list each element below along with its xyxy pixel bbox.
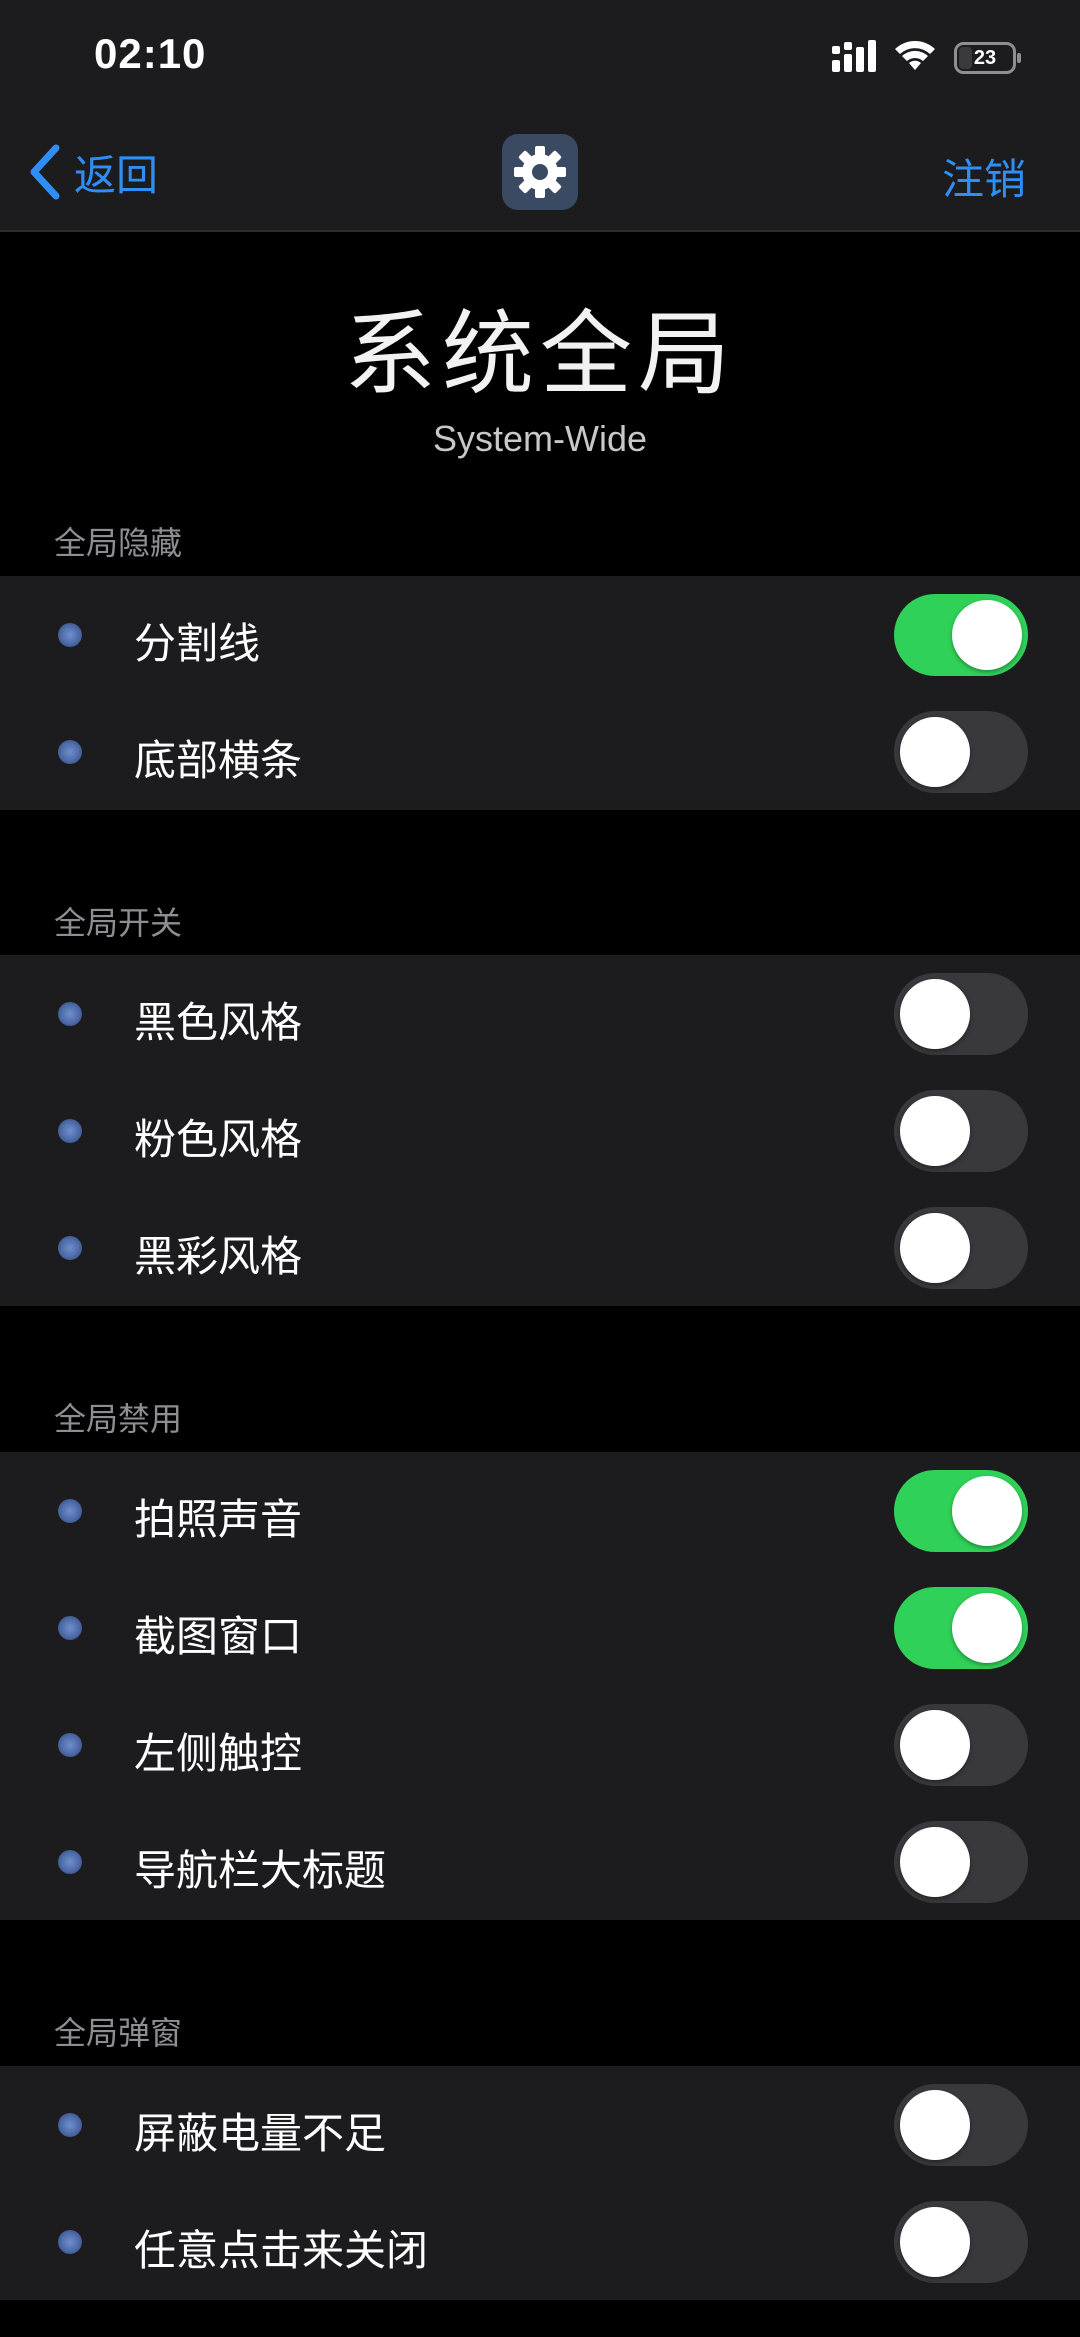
toggle-switch[interactable] xyxy=(894,973,1028,1055)
toggle-switch[interactable] xyxy=(894,1587,1028,1669)
toggle-switch[interactable] xyxy=(894,711,1028,793)
list-item: 拍照声音 xyxy=(0,1452,1080,1569)
toggle-knob xyxy=(900,2207,970,2277)
toggle-knob xyxy=(952,1476,1022,1546)
page-subtitle: System-Wide xyxy=(432,418,648,459)
section-group-switch: 黑色风格 粉色风格 黑彩风格 xyxy=(0,955,1080,1306)
toggle-knob xyxy=(900,1710,970,1780)
section-group-hide: 分割线 底部横条 xyxy=(0,576,1080,810)
toggle-switch[interactable] xyxy=(894,594,1028,676)
back-label: 返回 xyxy=(74,150,159,200)
chevron-left-icon xyxy=(30,144,60,200)
bullet-dot-icon xyxy=(58,740,82,764)
cellular-signal-icon xyxy=(832,40,876,72)
bullet-dot-icon xyxy=(58,623,82,647)
row-label: 拍照声音 xyxy=(134,1495,303,1544)
row-label: 黑彩风格 xyxy=(134,1232,303,1281)
row-label: 截图窗口 xyxy=(134,1612,303,1661)
gear-icon xyxy=(514,146,566,198)
list-item: 导航栏大标题 xyxy=(0,1803,1080,1920)
toggle-switch[interactable] xyxy=(894,1090,1028,1172)
row-label: 粉色风格 xyxy=(134,1115,303,1164)
row-label: 导航栏大标题 xyxy=(134,1846,387,1895)
toggle-switch[interactable] xyxy=(894,2201,1028,2283)
toggle-knob xyxy=(952,600,1022,670)
list-item: 分割线 xyxy=(0,576,1080,693)
status-time: 02:10 xyxy=(94,30,207,77)
wifi-icon xyxy=(895,41,935,70)
list-item: 左侧触控 xyxy=(0,1686,1080,1803)
list-item: 截图窗口 xyxy=(0,1569,1080,1686)
row-label: 底部横条 xyxy=(134,736,303,785)
section-header-popup: 全局弹窗 xyxy=(54,2014,183,2052)
toggle-switch[interactable] xyxy=(894,2084,1028,2166)
section-group-popup: 屏蔽电量不足 任意点击来关闭 xyxy=(0,2066,1080,2300)
settings-app-icon xyxy=(502,134,578,210)
bullet-dot-icon xyxy=(58,1733,82,1757)
toggle-switch[interactable] xyxy=(894,1821,1028,1903)
bullet-dot-icon xyxy=(58,1002,82,1026)
section-header-switch: 全局开关 xyxy=(54,904,183,942)
list-item: 屏蔽电量不足 xyxy=(0,2066,1080,2183)
row-label: 分割线 xyxy=(134,619,261,668)
toggle-knob xyxy=(900,979,970,1049)
bullet-dot-icon xyxy=(58,1499,82,1523)
bullet-dot-icon xyxy=(58,2113,82,2137)
toggle-switch[interactable] xyxy=(894,1207,1028,1289)
row-label: 屏蔽电量不足 xyxy=(134,2109,387,2158)
list-item: 粉色风格 xyxy=(0,1072,1080,1189)
page-title: 系统全局 xyxy=(343,301,736,408)
toggle-knob xyxy=(900,1213,970,1283)
row-label: 黑色风格 xyxy=(134,998,303,1047)
bullet-dot-icon xyxy=(58,1850,82,1874)
toggle-knob xyxy=(900,1096,970,1166)
row-label: 左侧触控 xyxy=(134,1729,303,1778)
toggle-knob xyxy=(900,1827,970,1897)
list-item: 黑色风格 xyxy=(0,955,1080,1072)
battery-level-text: 23 xyxy=(973,47,997,69)
toggle-knob xyxy=(900,717,970,787)
toggle-switch[interactable] xyxy=(894,1704,1028,1786)
section-header-disable: 全局禁用 xyxy=(54,1400,183,1438)
section-group-disable: 拍照声音 截图窗口 左侧触控 导航栏大标题 xyxy=(0,1452,1080,1920)
status-bar: 02:10 23 xyxy=(0,0,1080,118)
logout-button[interactable]: 注销 xyxy=(942,146,1026,207)
bullet-dot-icon xyxy=(58,1119,82,1143)
bullet-dot-icon xyxy=(58,1236,82,1260)
bullet-dot-icon xyxy=(58,1616,82,1640)
toggle-switch[interactable] xyxy=(894,1470,1028,1552)
list-item: 底部横条 xyxy=(0,693,1080,810)
navigation-bar: 返回 注销 xyxy=(0,118,1080,232)
bullet-dot-icon xyxy=(58,2230,82,2254)
back-button[interactable]: 返回 xyxy=(28,140,158,204)
toggle-knob xyxy=(952,1593,1022,1663)
row-label: 任意点击来关闭 xyxy=(134,2226,429,2275)
list-item: 任意点击来关闭 xyxy=(0,2183,1080,2300)
list-item: 黑彩风格 xyxy=(0,1189,1080,1306)
section-header-hide: 全局隐藏 xyxy=(54,524,183,562)
toggle-knob xyxy=(900,2090,970,2160)
